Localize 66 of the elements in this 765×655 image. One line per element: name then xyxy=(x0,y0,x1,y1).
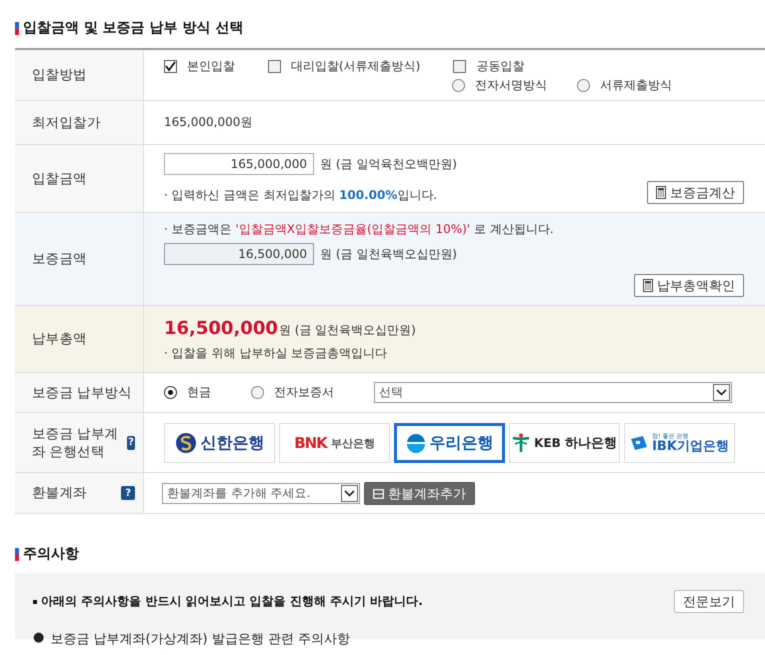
refund-account-dropdown[interactable]: 환불계좌를 추가해 주세요. xyxy=(162,483,360,504)
help-icon[interactable]: ? xyxy=(126,436,135,450)
row-label: 환불계좌 xyxy=(32,484,87,502)
note-text: · 보증금액은 '입찰금액X입찰보증금율(입찰금액의 10%)' 로 계산됩니다. xyxy=(164,221,555,238)
radio-label: 전자서명방식 xyxy=(475,77,547,94)
note-text: · 입찰을 위해 납부하실 보증금총액입니다 xyxy=(164,345,388,362)
amount-unit: 원 (금 일천육백오십만원) xyxy=(278,322,416,339)
calculator-icon xyxy=(656,186,666,199)
checkbox-label: 대리입찰(서류제출방식) xyxy=(291,58,420,75)
select-dropdown[interactable]: 선택 xyxy=(374,382,732,403)
bullet-icon xyxy=(33,600,37,604)
bank-option[interactable]: KEB 하나은행 xyxy=(509,423,620,463)
caret-icon xyxy=(344,490,355,497)
bank-brand: KEB xyxy=(534,436,561,450)
amount-unit: 원 (금 일천육백오십만원) xyxy=(320,246,457,262)
note-text: · 입력하신 금액은 최저입찰가의 100.00%입니다. xyxy=(164,187,438,204)
section-title: 입찰금액 및 보증금 납부 방식 선택 xyxy=(23,19,244,37)
total-amount: 16,500,000 xyxy=(164,318,278,339)
row-label: 보증금액 xyxy=(32,250,87,268)
row-label: 입찰금액 xyxy=(32,170,87,188)
radio-label: 서류제출방식 xyxy=(600,77,672,94)
add-refund-account-button[interactable]: 환불계좌추가 xyxy=(364,482,475,505)
bank-name: 신한은행 xyxy=(200,432,264,454)
row-label: 입찰방법 xyxy=(32,66,87,84)
calculator-icon xyxy=(643,279,653,292)
checkbox-label: 공동입찰 xyxy=(476,58,524,75)
radio-button[interactable] xyxy=(251,386,264,399)
bank-name: 하나은행 xyxy=(564,435,617,452)
card-icon xyxy=(373,488,384,498)
bank-name: IBK기업은행 xyxy=(652,440,729,452)
bank-logo-icon xyxy=(174,432,196,454)
caret-icon xyxy=(716,389,727,396)
notice-item: 보증금 납부계좌(가상계좌) 발급은행 관련 주의사항 xyxy=(50,631,350,648)
bank-logo-icon xyxy=(512,433,530,453)
radio-button[interactable] xyxy=(452,79,465,92)
amount-unit: 원 (금 일억육천오백만원) xyxy=(320,156,457,172)
row-label: 납부총액 xyxy=(32,330,87,348)
checkbox[interactable] xyxy=(164,60,177,73)
bank-option[interactable]: BNK 부산은행 xyxy=(279,423,390,463)
radio-label: 현금 xyxy=(187,384,211,401)
bank-option[interactable]: 우리은행 xyxy=(394,423,505,463)
checkbox[interactable] xyxy=(453,60,466,73)
bank-logo-icon xyxy=(406,433,426,453)
notice-lead: 아래의 주의사항을 반드시 읽어보시고 입찰을 진행해 주시기 바랍니다. xyxy=(41,593,423,610)
bank-option[interactable]: 신한은행 xyxy=(164,423,275,463)
help-icon[interactable]: ? xyxy=(121,486,135,500)
row-label: 보증금 납부계좌 은행선택 xyxy=(32,424,120,460)
price-text: 165,000,000원 xyxy=(164,114,254,131)
deposit-calc-button[interactable]: 보증금계산 xyxy=(647,181,744,204)
checkbox[interactable] xyxy=(268,60,281,73)
radio-button[interactable] xyxy=(164,386,177,399)
row-label: 최저입찰가 xyxy=(32,114,101,132)
section-marker-icon xyxy=(15,22,19,34)
section-title: 주의사항 xyxy=(23,545,79,563)
bank-name: 부산은행 xyxy=(330,436,375,450)
bank-name: 우리은행 xyxy=(430,432,494,454)
row-label: 보증금 납부방식 xyxy=(32,384,132,402)
bank-brand: BNK xyxy=(294,434,327,452)
bank-logo-icon xyxy=(630,435,648,451)
section-marker-icon xyxy=(15,548,19,560)
full-text-button[interactable]: 전문보기 xyxy=(674,590,744,613)
radio-button[interactable] xyxy=(577,79,590,92)
amount-field[interactable]: 165,000,000 xyxy=(164,153,314,175)
checkbox-label: 본인입찰 xyxy=(187,58,235,75)
radio-label: 전자보증서 xyxy=(274,384,334,401)
bullet-icon: ● xyxy=(33,630,44,648)
